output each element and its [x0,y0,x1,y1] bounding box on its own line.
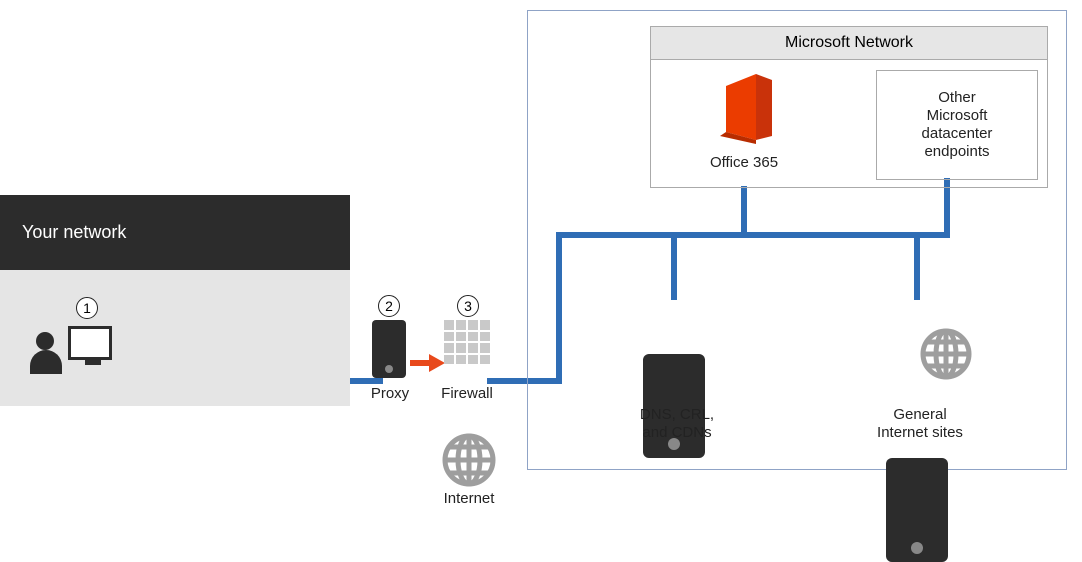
dns-label: DNS, CRL, and CDNs [622,406,732,442]
sites-device-icon [886,458,948,562]
firewall-icon [444,320,490,364]
proxy-label: Proxy [360,385,420,403]
ms-network-header: Microsoft Network [650,26,1048,60]
ms-network-title: Microsoft Network [785,34,913,52]
your-network-header: Your network [0,195,350,270]
sites-label: General Internet sites [862,406,978,442]
other-endpoints-l3: datacenter [882,125,1032,143]
firewall-label: Firewall [432,385,502,403]
dns-label-line2: and CDNs [622,424,732,442]
step-1-badge: 1 [76,297,98,319]
your-network-title: Your network [22,222,126,243]
arrow-head-icon [429,354,445,372]
step-3-badge: 3 [457,295,479,317]
office-365-logo-icon [712,70,782,148]
proxy-device-icon [372,320,406,378]
dns-label-line1: DNS, CRL, [622,406,732,424]
step-2-badge: 2 [378,295,400,317]
sites-globe-icon [918,326,974,382]
user-computer-icon [30,320,110,380]
internet-globe-icon [441,432,497,488]
other-endpoints-l4: endpoints [882,143,1032,161]
other-endpoints-label: Other Microsoft datacenter endpoints [882,89,1032,161]
other-endpoints-l2: Microsoft [882,107,1032,125]
step-2-number: 2 [385,298,393,314]
sites-label-line2: Internet sites [862,424,978,442]
other-endpoints-l1: Other [882,89,1032,107]
office-365-label: Office 365 [694,154,794,172]
step-3-number: 3 [464,298,472,314]
internet-label: Internet [432,490,506,508]
other-endpoints-box: Other Microsoft datacenter endpoints [876,70,1038,180]
sites-label-line1: General [862,406,978,424]
step-1-number: 1 [83,300,91,316]
